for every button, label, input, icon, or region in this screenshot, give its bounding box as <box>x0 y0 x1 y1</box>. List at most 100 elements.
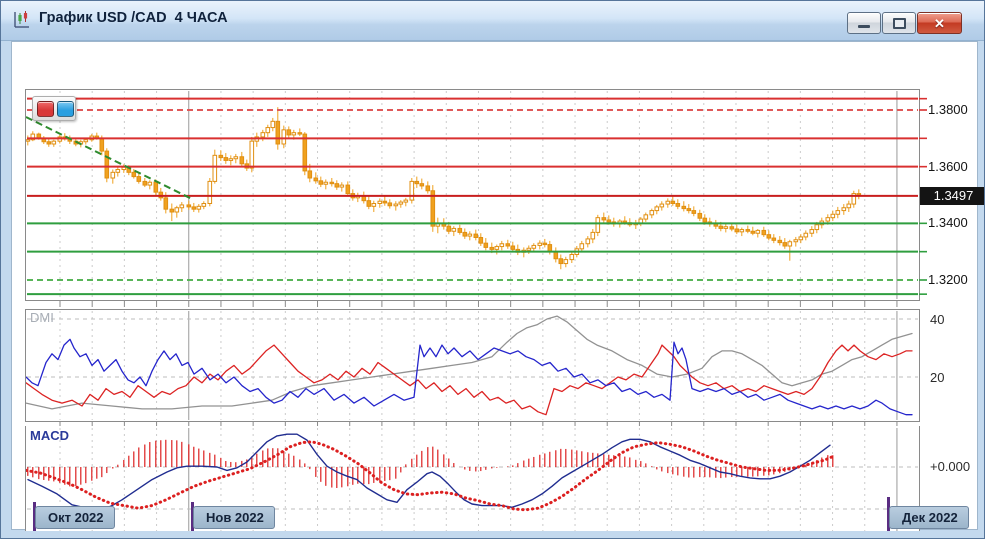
candle-body <box>314 178 318 181</box>
candle-body <box>292 133 296 135</box>
candle-body <box>644 215 648 219</box>
candle-body <box>303 134 307 171</box>
candle-body <box>495 247 499 250</box>
dmi-label: DMI <box>30 310 54 325</box>
price-label: 1.3400 <box>928 215 985 230</box>
candle-body <box>137 177 141 182</box>
candle-body <box>458 228 462 232</box>
candle-body <box>570 254 574 259</box>
candle-body <box>213 155 217 181</box>
window-frame <box>1 531 985 539</box>
candle-body <box>756 230 760 233</box>
candle-body <box>559 259 563 264</box>
candle-body <box>415 181 419 183</box>
candle-body <box>175 208 179 212</box>
candle-body <box>170 209 174 212</box>
candle-body <box>180 205 184 208</box>
candle-body <box>842 208 846 211</box>
maximize-icon <box>893 18 906 29</box>
candle-body <box>219 155 223 157</box>
candle-body <box>532 245 536 248</box>
close-button[interactable]: ✕ <box>917 12 962 34</box>
candle-body <box>511 246 515 249</box>
candle-body <box>580 244 584 249</box>
candle-body <box>650 211 654 215</box>
candle-body <box>335 184 339 187</box>
candle-body <box>224 158 228 161</box>
dmi-indicator-panel[interactable]: DMI <box>26 310 919 421</box>
candle-body <box>735 229 739 232</box>
candle-body <box>372 203 376 206</box>
candle-body <box>479 237 483 243</box>
month-label-nov: Нов 2022 <box>193 506 275 529</box>
candle-body <box>202 203 206 206</box>
month-label-dec: Дек 2022 <box>889 506 969 529</box>
sell-button[interactable] <box>37 101 54 117</box>
candle-body <box>26 140 30 141</box>
candle-body <box>676 203 680 206</box>
candle-body <box>100 138 104 151</box>
candle-body <box>308 171 312 178</box>
chart-client-area: DMI MACD 1.38001.36001.34001.3200 1.3497… <box>11 41 978 530</box>
window-title: График USD /CAD 4 ЧАСА <box>39 10 228 26</box>
candle-body <box>340 185 344 187</box>
candle-body <box>271 121 275 127</box>
candle-body <box>287 130 291 135</box>
minimize-icon <box>858 25 870 28</box>
candle-body <box>762 230 766 234</box>
dmi-scale-40: 40 <box>930 312 944 327</box>
candle-body <box>240 157 244 164</box>
candle-body <box>266 128 270 133</box>
candle-body <box>607 220 611 222</box>
time-ruler <box>26 301 919 309</box>
candle-body <box>586 239 590 244</box>
candle-body <box>543 243 547 244</box>
candle-body <box>474 234 478 237</box>
price-chart-panel[interactable] <box>26 90 919 300</box>
candle-body <box>772 238 776 240</box>
candle-body <box>164 198 168 209</box>
candle-body <box>324 182 328 184</box>
maximize-button[interactable] <box>882 12 916 34</box>
candle-body <box>490 247 494 249</box>
close-icon: ✕ <box>934 17 945 30</box>
chart-window: График USD /CAD 4 ЧАСА ✕ DMI MACD 1.3800… <box>0 0 985 539</box>
macd-signal-line <box>26 442 832 510</box>
macd-histogram <box>28 440 833 488</box>
title-bar[interactable]: График USD /CAD 4 ЧАСА ✕ <box>1 1 985 41</box>
candles-group <box>26 107 861 269</box>
candle-body <box>208 181 212 203</box>
candle-body <box>826 218 830 221</box>
candle-body <box>378 201 382 203</box>
candle-body <box>192 207 196 209</box>
candle-body <box>810 230 814 234</box>
candle-body <box>399 202 403 204</box>
candle-body <box>794 240 798 242</box>
candle-body <box>554 252 558 259</box>
candle-body <box>298 133 302 134</box>
candle-body <box>250 141 254 168</box>
candle-body <box>778 240 782 242</box>
candle-body <box>804 233 808 237</box>
candle-body <box>426 186 430 191</box>
candle-body <box>692 211 696 214</box>
candlestick-chart-icon <box>12 10 32 30</box>
candle-body <box>751 231 755 233</box>
candle-body <box>468 234 472 236</box>
candle-body <box>847 204 851 208</box>
candle-body <box>730 227 734 229</box>
buy-button[interactable] <box>57 101 74 117</box>
candle-body <box>388 203 392 206</box>
month-label-oct: Окт 2022 <box>35 506 115 529</box>
candle-body <box>602 218 606 220</box>
candle-body <box>404 200 408 202</box>
candle-body <box>394 204 398 206</box>
current-price-flag: 1.3497 <box>920 187 985 205</box>
minimize-button[interactable] <box>847 12 881 34</box>
candle-body <box>799 237 803 240</box>
dmi-scale-20: 20 <box>930 370 944 385</box>
candle-body <box>197 206 201 209</box>
candle-body <box>767 235 771 238</box>
macd-indicator-panel[interactable]: MACD <box>26 427 919 539</box>
candle-body <box>596 218 600 233</box>
